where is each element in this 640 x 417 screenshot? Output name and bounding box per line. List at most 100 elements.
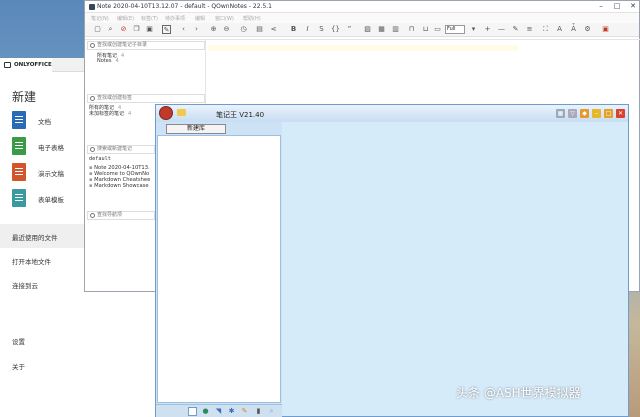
grid-view-icon[interactable]: ▦ [556, 109, 565, 118]
settings-link[interactable]: 设置 [12, 336, 25, 346]
image-icon[interactable]: ▨ [363, 25, 372, 34]
open-local-file-link[interactable]: 打开本地文件 [12, 256, 51, 266]
subfolder-count: 4 [115, 58, 119, 64]
create-document-label: 文档 [38, 118, 51, 126]
onlyoffice-tab-label: ONLYOFFICE [14, 62, 52, 68]
bijiwang-titlebar: 笔记王 V21.40 ▦ ▽ ◆ – □ ✕ [156, 105, 628, 122]
page-icon[interactable] [188, 407, 197, 416]
zoom-out-icon[interactable]: ⊖ [222, 25, 231, 34]
create-document-item[interactable]: 文档 [12, 111, 72, 129]
create-form-template-label: 表单模板 [38, 196, 64, 204]
subfolder-search-input[interactable]: 查找或创建笔记子目录 [87, 41, 205, 50]
create-form-template-item[interactable]: 表单模板 [12, 189, 72, 207]
history-icon[interactable]: ◷ [239, 25, 248, 34]
bottom-toolbar: ● ◥ ✱ ✎ ▮ ⌕ [156, 404, 282, 417]
font-icon[interactable]: A [555, 25, 564, 34]
library-tree-panel[interactable] [157, 135, 281, 403]
connect-cloud-link[interactable]: 连接到云 [12, 280, 38, 290]
spellcheck-icon[interactable]: Ǡ [569, 25, 578, 34]
quit-icon[interactable]: ▣ [601, 25, 610, 34]
menu-edit[interactable]: 编辑(E) [117, 15, 134, 22]
create-spreadsheet-item[interactable]: 电子表格 [12, 137, 72, 155]
onlyoffice-tab[interactable]: ONLYOFFICE [0, 58, 52, 72]
strikethrough-icon[interactable]: S [317, 25, 326, 34]
close-icon[interactable]: ✕ [616, 109, 625, 118]
italic-icon[interactable]: I [303, 25, 312, 34]
clipboard-icon[interactable]: ▤ [255, 25, 264, 34]
menu-help[interactable]: 帮助(H) [243, 15, 261, 22]
new-note-icon[interactable]: ▢ [93, 25, 102, 34]
subfolder-item-notes[interactable]: Notes 4 [97, 58, 119, 64]
forward-icon[interactable]: › [192, 25, 201, 34]
tools-icon[interactable]: ✱ [227, 407, 236, 416]
back-icon[interactable]: ‹ [179, 25, 188, 34]
share-icon[interactable]: ⋖ [269, 25, 278, 34]
note-list-item[interactable]: Markdown Showcase [89, 183, 150, 189]
line-icon[interactable]: — [497, 25, 506, 34]
dropdown-chevron-icon[interactable]: ▾ [469, 25, 478, 34]
app-avatar-icon [159, 106, 173, 120]
tag-icon[interactable]: ◥ [214, 407, 223, 416]
form-template-icon [12, 189, 26, 207]
subfolder-label: Notes [97, 58, 112, 64]
about-link[interactable]: 关于 [12, 361, 25, 371]
list-icon[interactable]: ≡ [525, 25, 534, 34]
note-search-input[interactable]: 搜索或新建笔记 [87, 145, 155, 154]
note-content-panel[interactable] [282, 122, 628, 416]
bold-icon[interactable]: B [289, 25, 298, 34]
font-size-select[interactable]: Full [445, 25, 465, 34]
quote-icon[interactable]: ” [345, 25, 354, 34]
close-icon[interactable]: ✕ [627, 2, 639, 10]
qownnotes-app-icon [89, 4, 95, 10]
tag-search-input[interactable]: 查找或创建标签 [87, 94, 205, 103]
menu-window[interactable]: 窗口(W) [215, 15, 234, 22]
fullscreen-icon[interactable]: ⛶ [541, 25, 550, 34]
brush-icon[interactable]: ✎ [240, 407, 249, 416]
table-icon[interactable]: ▦ [377, 25, 386, 34]
trash-icon[interactable]: ▣ [145, 25, 154, 34]
menu-todo[interactable]: 待办事项 [165, 15, 185, 22]
qownnotes-titlebar: Note 2020-04-10T13.12.07 - default - QOw… [85, 1, 639, 13]
qownnotes-title: Note 2020-04-10T13.12.07 - default - QOw… [97, 3, 272, 10]
calendar-icon[interactable]: ▥ [391, 25, 400, 34]
globe-icon[interactable]: ● [201, 407, 210, 416]
settings-icon[interactable]: ⚙ [583, 25, 592, 34]
zoom-in-icon[interactable]: ⊕ [209, 25, 218, 34]
navigation-search-input[interactable]: 查找导航项 [87, 211, 155, 220]
maximize-icon[interactable]: □ [604, 109, 613, 118]
create-presentation-item[interactable]: 演示文稿 [12, 163, 72, 181]
menu-note[interactable]: 笔记(N) [91, 15, 109, 22]
unlock-icon[interactable]: ⊔ [421, 25, 430, 34]
note-list: Note 2020-04-10T13. Welcome to QOwnNo Ma… [89, 165, 150, 189]
pen-icon[interactable]: ✎ [511, 25, 520, 34]
menu-edit-2[interactable]: 编辑 [195, 15, 205, 22]
edit-pencil-icon[interactable]: ✎ [162, 25, 171, 34]
code-block-icon[interactable]: {} [331, 25, 340, 34]
encrypt-icon[interactable]: ▭ [433, 25, 442, 34]
delete-icon[interactable]: ⊘ [119, 25, 128, 34]
lock-icon[interactable]: ⊓ [407, 25, 416, 34]
new-section-title: 新建 [12, 90, 37, 104]
search-icon[interactable]: ⌕ [106, 25, 115, 34]
bijiwang-window: 笔记王 V21.40 ▦ ▽ ◆ – □ ✕ 新建库 ● ◥ ✱ ✎ ▮ ⌕ [155, 104, 629, 417]
subfolder-count: 4 [121, 53, 125, 59]
color-icon[interactable]: ◆ [580, 109, 589, 118]
onlyoffice-logo-icon [4, 62, 11, 68]
recent-files-label: 最近使用的文件 [12, 234, 58, 242]
copy-icon[interactable]: ❐ [132, 25, 141, 34]
minimize-icon[interactable]: – [595, 2, 607, 10]
menu-tags[interactable]: 标签(T) [141, 15, 158, 22]
minimize-icon[interactable]: – [592, 109, 601, 118]
folder-icon[interactable] [177, 109, 186, 116]
tag-label: 未加标签的笔记 [89, 111, 125, 117]
filter-icon[interactable]: ▽ [568, 109, 577, 118]
search-icon[interactable]: ⌕ [267, 407, 276, 416]
document-icon [12, 111, 26, 129]
current-line-highlight [208, 45, 518, 51]
tag-item-untagged[interactable]: 未加标签的笔记 4 [89, 110, 131, 117]
new-library-button[interactable]: 新建库 [166, 124, 226, 134]
trash-icon[interactable]: ▮ [254, 407, 263, 416]
maximize-icon[interactable]: □ [611, 2, 623, 10]
add-icon[interactable]: + [483, 25, 492, 34]
watermark-text: 头条 @ASH世界模拟器 [456, 386, 581, 400]
